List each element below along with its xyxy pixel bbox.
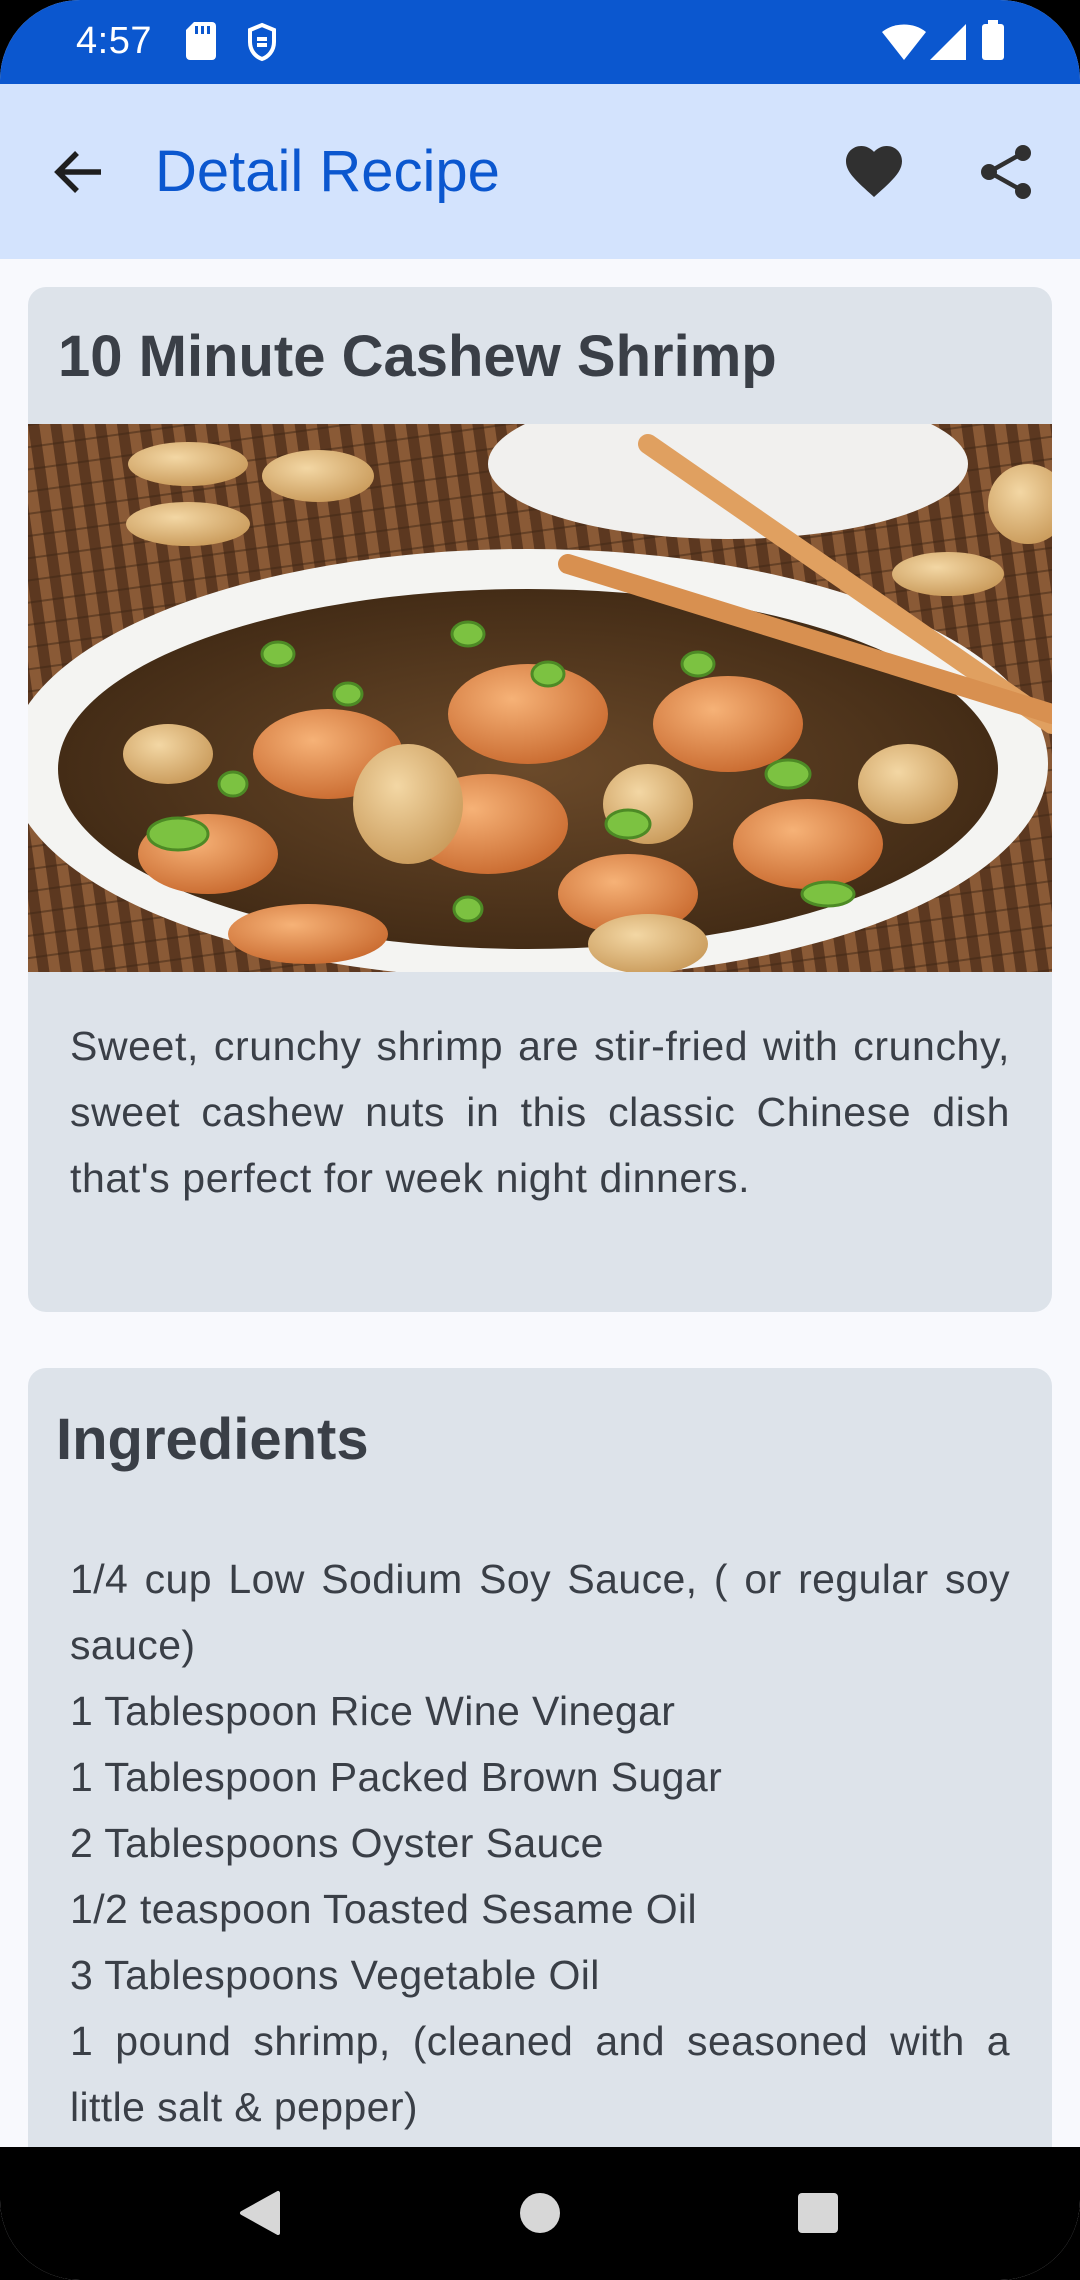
ingredient-item: 1 Tablespoon Packed Brown Sugar	[70, 1754, 723, 1800]
favorite-button[interactable]	[832, 130, 916, 214]
system-nav-bar	[0, 2147, 1080, 2280]
vpn-key-icon	[246, 22, 278, 67]
status-time: 4:57	[76, 20, 152, 62]
nav-home-button[interactable]	[510, 2183, 570, 2243]
heart-icon	[846, 146, 902, 197]
ingredient-item: 1/4 cup Low Sodium Soy Sauce, ( or regul…	[70, 1556, 1010, 1668]
share-icon	[981, 145, 1031, 199]
ingredient-item: 1 Tablespoon Rice Wine Vinegar	[70, 1688, 676, 1734]
recents-square-icon	[798, 2193, 838, 2233]
recipe-image	[28, 424, 1052, 972]
nav-back-button[interactable]	[230, 2183, 290, 2243]
battery-icon	[982, 20, 1004, 65]
ingredients-list: 1/4 cup Low Sodium Soy Sauce, ( or regul…	[70, 1546, 1010, 2140]
app-bar: Detail Recipe	[0, 84, 1080, 259]
recipe-description: Sweet, crunchy shrimp are stir-fried wit…	[70, 1023, 1010, 1201]
ingredient-item: 1 pound shrimp, (cleaned and seasoned wi…	[70, 2018, 1010, 2130]
ingredient-item: 3 Tablespoons Vegetable Oil	[70, 1952, 600, 1998]
recipe-title: 10 Minute Cashew Shrimp	[58, 324, 777, 389]
ingredients-card: Ingredients 1/4 cup Low Sodium Soy Sauce…	[28, 1368, 1052, 2268]
recipe-card: 10 Minute Cashew Shrimp Sweet, crunchy s…	[28, 287, 1052, 1312]
ingredient-item: 2 Tablespoons Oyster Sauce	[70, 1820, 604, 1866]
signal-icon	[930, 24, 966, 65]
wifi-icon	[882, 24, 926, 65]
arrow-back-icon	[54, 151, 101, 193]
ingredient-item: 1/2 teaspoon Toasted Sesame Oil	[70, 1886, 698, 1932]
back-button[interactable]	[40, 134, 116, 210]
status-bar: 4:57	[0, 0, 1080, 84]
share-button[interactable]	[964, 130, 1048, 214]
home-circle-icon	[520, 2193, 560, 2233]
back-triangle-icon	[240, 2191, 280, 2235]
nav-recents-button[interactable]	[788, 2183, 848, 2243]
ingredients-title: Ingredients	[56, 1407, 369, 1472]
screen: 4:57 Detail Recipe 10 Minute Cashew Shri…	[0, 0, 1080, 2280]
sd-card-icon	[186, 22, 216, 65]
page-title: Detail Recipe	[155, 139, 500, 204]
